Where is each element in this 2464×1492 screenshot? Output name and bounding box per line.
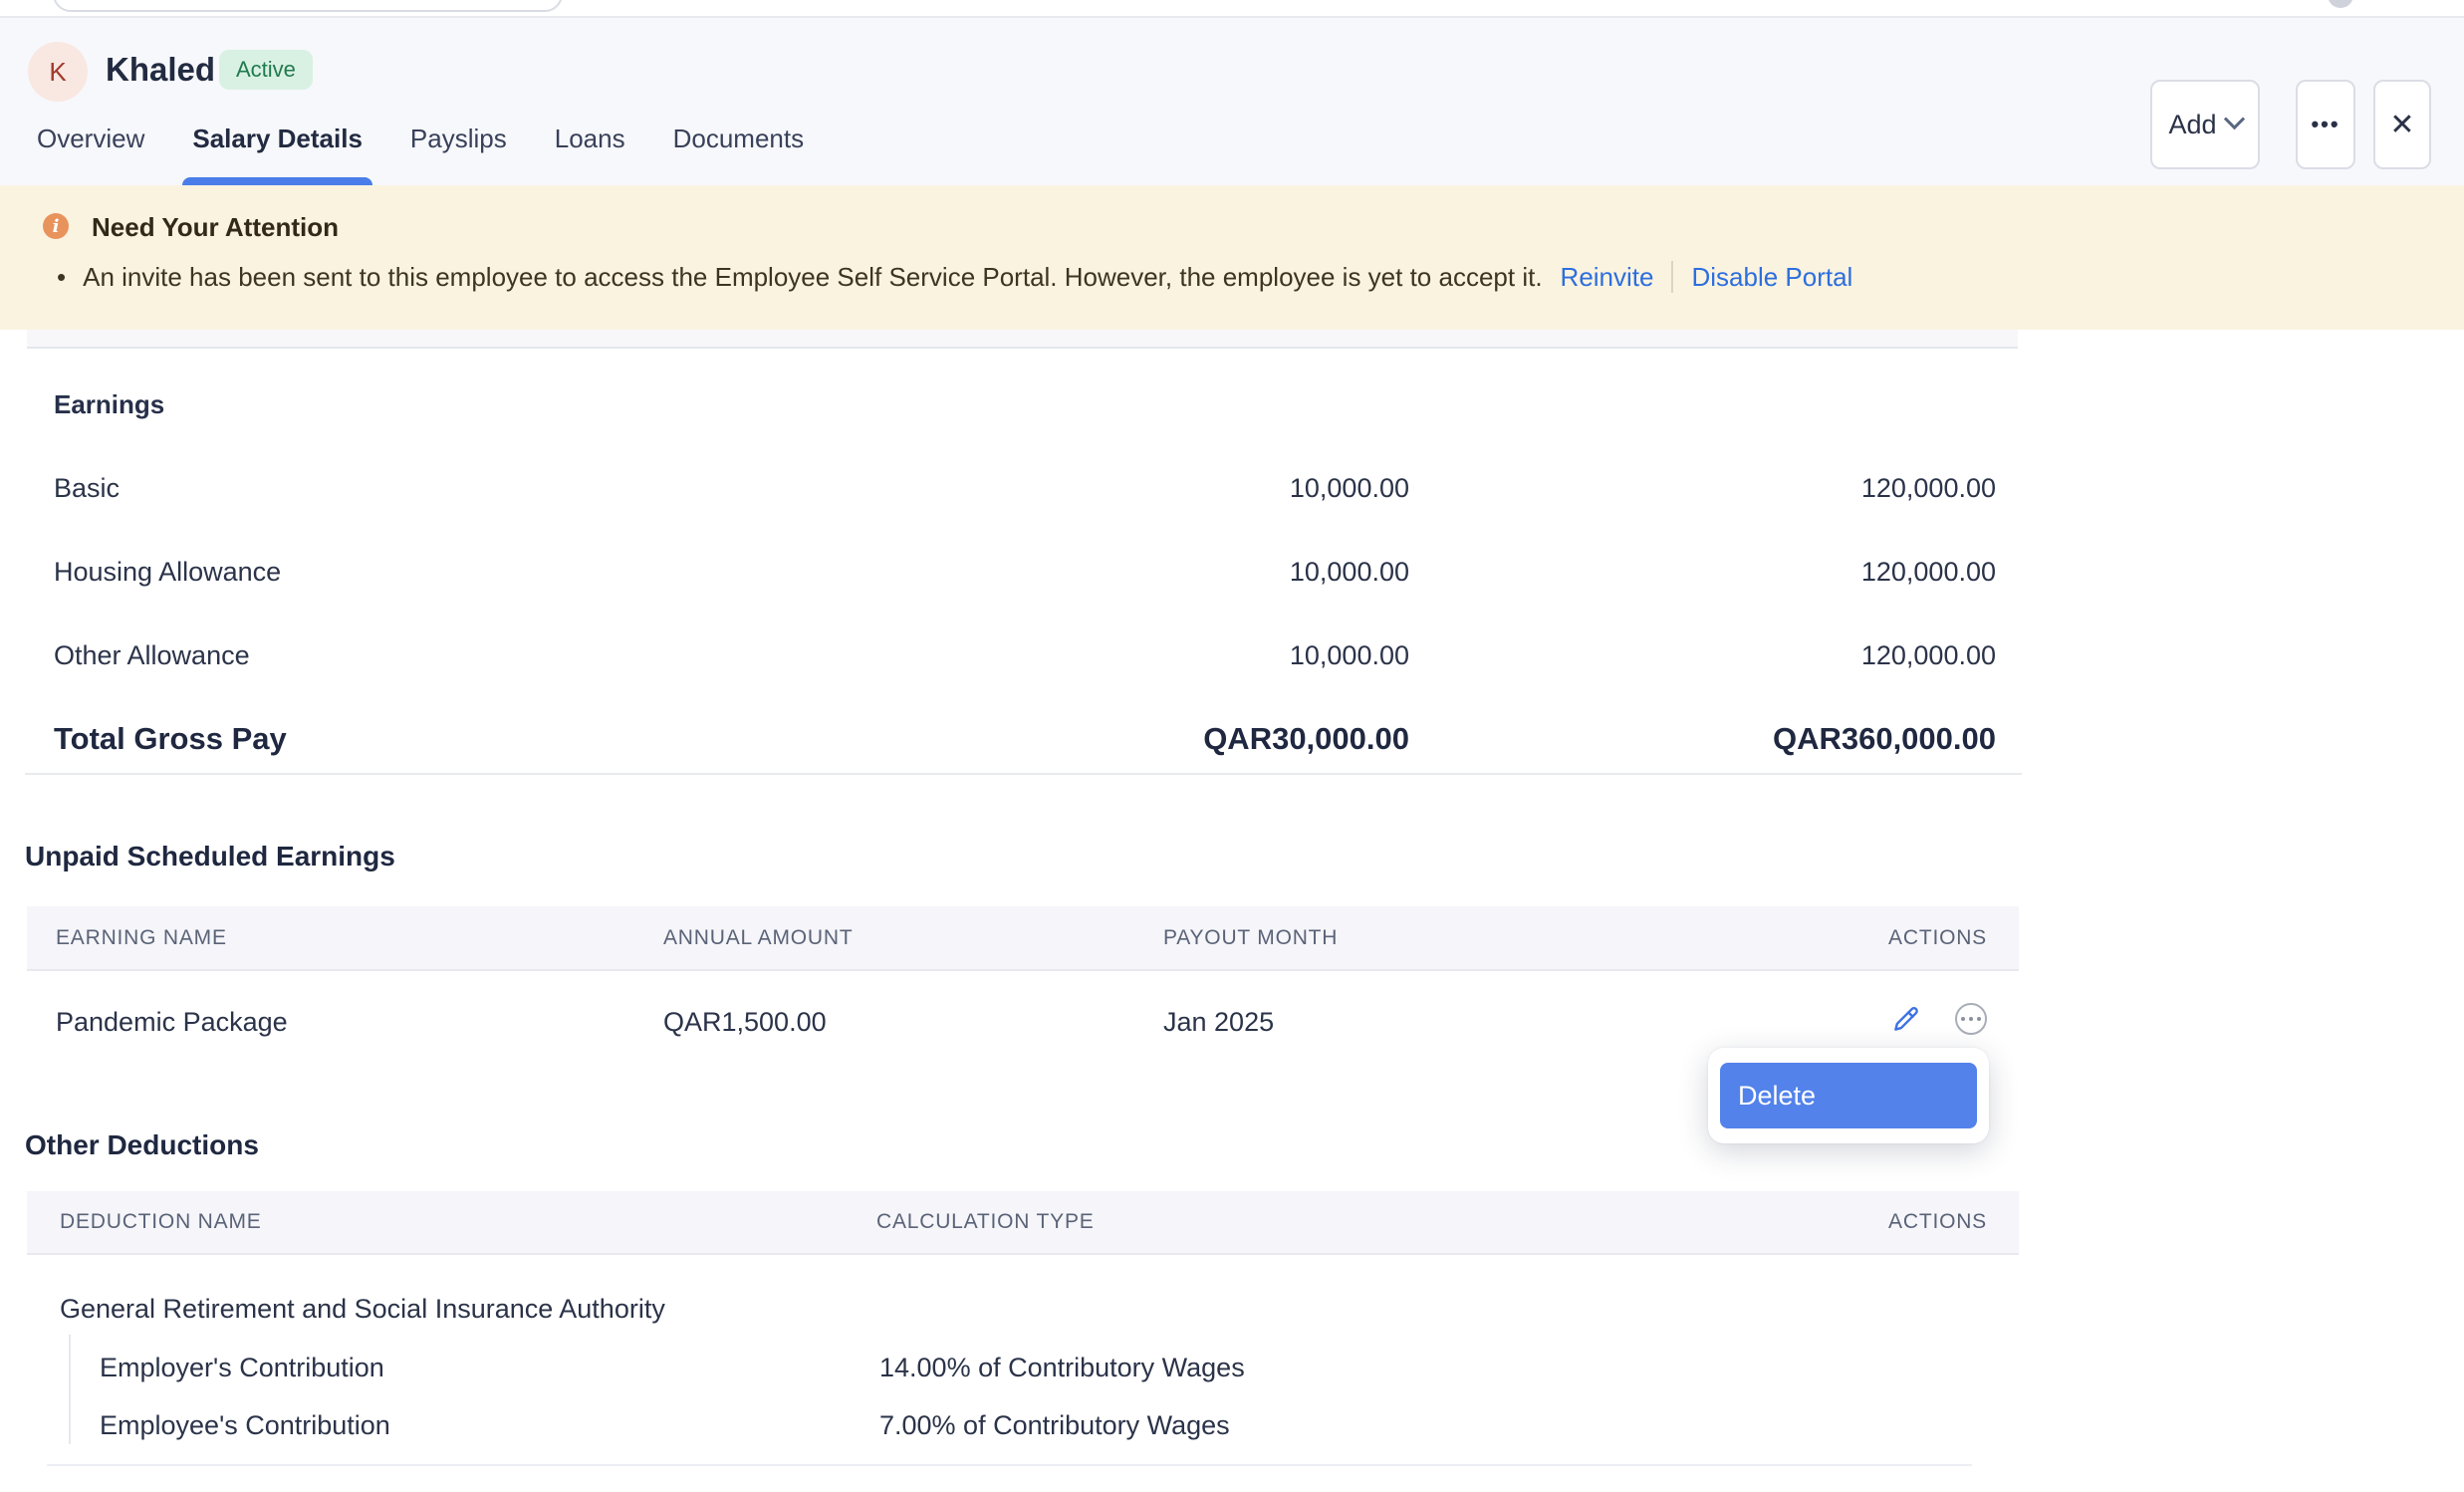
- column-actions: ACTIONS: [1888, 1191, 1987, 1253]
- search-input[interactable]: [53, 0, 563, 12]
- column-annual-amount: ANNUAL AMOUNT: [663, 906, 853, 969]
- column-earning-name: EARNING NAME: [56, 906, 227, 969]
- unpaid-section-title: Unpaid Scheduled Earnings: [25, 840, 395, 873]
- deduction-row-name: Employee's Contribution: [100, 1409, 390, 1441]
- add-button-label: Add: [2168, 110, 2216, 140]
- row-more-actions-icon[interactable]: [1955, 1003, 1987, 1035]
- earning-row-name: Housing Allowance: [54, 556, 281, 588]
- close-panel-button[interactable]: ✕: [2373, 80, 2431, 169]
- tab-loans[interactable]: Loans: [555, 124, 625, 185]
- unpaid-row-payout-month: Jan 2025: [1163, 1006, 1274, 1038]
- earning-row-name: Other Allowance: [54, 639, 250, 671]
- column-deduction-name: DEDUCTION NAME: [60, 1191, 262, 1253]
- reinvite-link[interactable]: Reinvite: [1561, 262, 1654, 293]
- deduction-row-name: Employer's Contribution: [100, 1352, 384, 1383]
- info-icon: i: [43, 213, 69, 239]
- banner-message-row: • An invite has been sent to this employ…: [57, 261, 1852, 293]
- deductions-section-title: Other Deductions: [25, 1128, 259, 1162]
- edit-icon[interactable]: [1889, 1002, 1923, 1036]
- earnings-section-title: Earnings: [54, 388, 164, 420]
- more-horizontal-icon: •••: [2311, 112, 2340, 137]
- total-gross-pay-label: Total Gross Pay: [54, 721, 287, 757]
- banner-title: Need Your Attention: [92, 212, 339, 242]
- tab-overview[interactable]: Overview: [37, 124, 144, 185]
- tab-salary-details[interactable]: Salary Details: [192, 124, 363, 185]
- total-gross-pay-annual: QAR360,000.00: [1773, 721, 1996, 757]
- tab-bar: Overview Salary Details Payslips Loans D…: [37, 124, 804, 185]
- tab-payslips[interactable]: Payslips: [410, 124, 507, 185]
- disable-portal-link[interactable]: Disable Portal: [1691, 262, 1852, 293]
- close-icon: ✕: [2389, 108, 2414, 142]
- banner-message: An invite has been sent to this employee…: [83, 262, 1542, 293]
- dot: [1969, 1017, 1973, 1021]
- column-actions: ACTIONS: [1888, 906, 1987, 969]
- employee-avatar: K: [28, 42, 88, 102]
- earning-row-name: Basic: [54, 472, 120, 504]
- attention-banner: [0, 185, 2464, 330]
- employee-details-panel: K Khaled Active Overview Salary Details …: [0, 0, 2464, 1492]
- unpaid-row-earning-name: Pandemic Package: [56, 1006, 288, 1038]
- total-gross-pay-monthly: QAR30,000.00: [1203, 721, 1409, 757]
- earning-row-annual: 120,000.00: [1861, 556, 1996, 588]
- tab-documents[interactable]: Documents: [673, 124, 805, 185]
- unpaid-row-annual-amount: QAR1,500.00: [663, 1006, 827, 1038]
- bullet-icon: •: [57, 262, 66, 293]
- deduction-row-calculation: 7.00% of Contributory Wages: [879, 1409, 1230, 1441]
- deduction-row-calculation: 14.00% of Contributory Wages: [879, 1352, 1245, 1383]
- indent-guide-line: [69, 1335, 71, 1444]
- section-divider: [25, 773, 2022, 775]
- dot: [1977, 1017, 1981, 1021]
- earning-row-monthly: 10,000.00: [1290, 556, 1409, 588]
- column-payout-month: PAYOUT MONTH: [1163, 906, 1338, 969]
- link-divider: [1671, 261, 1673, 293]
- delete-menu-item[interactable]: Delete: [1720, 1063, 1977, 1128]
- bottom-divider: [47, 1464, 1972, 1466]
- earning-row-monthly: 10,000.00: [1290, 472, 1409, 504]
- add-button[interactable]: Add: [2150, 80, 2260, 169]
- more-options-button[interactable]: •••: [2296, 80, 2355, 169]
- dot: [1961, 1017, 1965, 1021]
- unpaid-table-header: [27, 906, 2019, 971]
- column-calculation-type: CALCULATION TYPE: [876, 1191, 1095, 1253]
- deduction-group-name: General Retirement and Social Insurance …: [60, 1293, 665, 1325]
- earning-row-annual: 120,000.00: [1861, 639, 1996, 671]
- status-badge: Active: [219, 50, 313, 90]
- chevron-down-icon: [2223, 109, 2244, 129]
- employee-name: Khaled: [106, 50, 215, 90]
- scrolled-section-remnant: [27, 330, 2018, 349]
- earning-row-monthly: 10,000.00: [1290, 639, 1409, 671]
- earning-row-annual: 120,000.00: [1861, 472, 1996, 504]
